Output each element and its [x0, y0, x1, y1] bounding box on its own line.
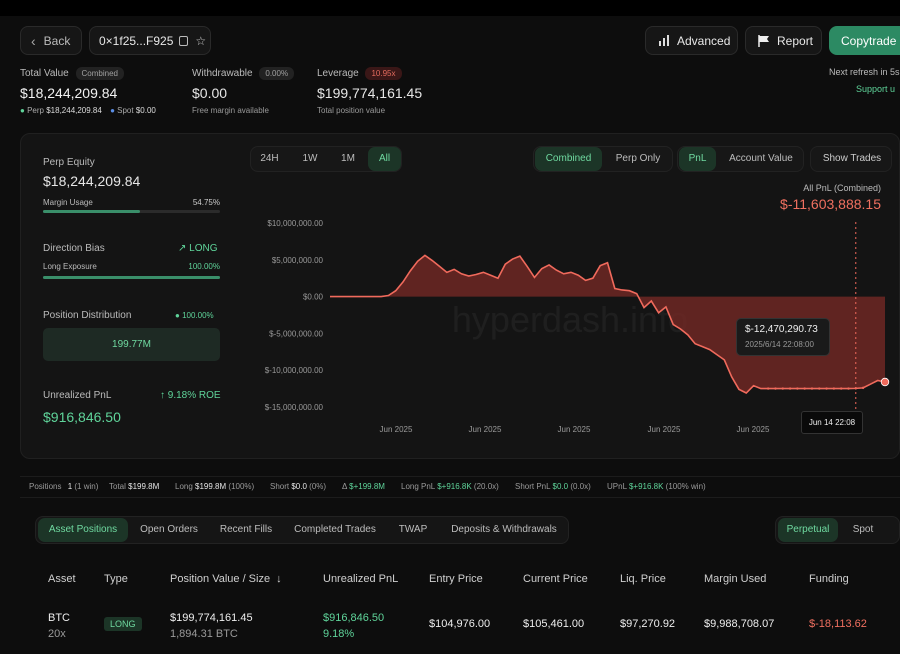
row-entry-price: $104,976.00: [429, 618, 491, 630]
tooltip-date: 2025/6/14 22:08:00: [745, 340, 814, 349]
pnl-point: [796, 387, 799, 390]
row-type-badge: LONG: [104, 617, 142, 631]
row-funding: $-18,113.62: [809, 618, 867, 630]
tab-open-orders[interactable]: Open Orders: [132, 518, 206, 542]
pnl-point: [788, 387, 792, 390]
stat-short-value: $0.0: [291, 482, 307, 491]
row-liq-price: $97,270.92: [620, 618, 676, 630]
pnl-point: [774, 387, 777, 390]
x-tick-label: Jun 2025: [469, 425, 502, 434]
pnl-point: [839, 387, 843, 390]
row-unrealized-pct: 9.18%: [323, 628, 355, 640]
stat-positions-count: 1: [67, 482, 73, 491]
y-tick-label: $-10,000,000.00: [265, 366, 324, 375]
stat-upnl-label: UPnL: [607, 482, 627, 491]
x-tick-label: Jun 2025: [737, 425, 770, 434]
pnl-point: [861, 386, 865, 390]
row-unrealized-pnl: $916,846.50: [323, 612, 385, 624]
stat-long: Long $199.8M (100%): [175, 482, 254, 491]
stat-delta: Δ $+199.8M: [342, 482, 385, 491]
stat-short: Short $0.0 (0%): [270, 482, 326, 491]
pnl-point: [781, 387, 784, 390]
stat-upnl-pct: (100% win): [665, 482, 706, 491]
tab-recent-fills[interactable]: Recent Fills: [211, 518, 281, 542]
pnl-point: [766, 387, 770, 390]
tab-deposits-withdrawals[interactable]: Deposits & Withdrawals: [443, 518, 565, 542]
stat-delta-value: $+199.8M: [349, 482, 385, 491]
last-point-marker: [880, 377, 890, 387]
stat-short-pnl-x: (0.0x): [570, 482, 591, 491]
tooltip-value: $-12,470,290.73: [745, 324, 818, 335]
pnl-point: [803, 387, 806, 390]
pnl-chart[interactable]: hyperdash.info $10,000,000.00 $5,000,000.0…: [0, 0, 900, 460]
tab-perpetual[interactable]: Perpetual: [778, 518, 838, 542]
stat-long-pnl-value: $+916.8K: [437, 482, 472, 491]
tab-completed-trades[interactable]: Completed Trades: [288, 518, 382, 542]
stat-positions-win: (1 win): [74, 482, 99, 491]
col-entry-price[interactable]: Entry Price: [429, 573, 483, 585]
col-unrealized-pnl[interactable]: Unrealized PnL: [323, 573, 398, 585]
stat-long-value: $199.8M: [195, 482, 227, 491]
col-position-value-label: Position Value / Size: [170, 573, 271, 585]
row-position-value: $199,774,161.45: [170, 612, 253, 624]
pnl-point: [810, 387, 814, 390]
col-liq-price[interactable]: Liq. Price: [620, 573, 666, 585]
col-type[interactable]: Type: [104, 573, 128, 585]
stat-long-pnl: Long PnL $+916.8K (20.0x): [401, 482, 499, 491]
stat-total-value: $199.8M: [128, 482, 160, 491]
stat-short-pnl-label: Short PnL: [515, 482, 551, 491]
col-funding[interactable]: Funding: [809, 573, 849, 585]
stat-long-pnl-x: (20.0x): [473, 482, 499, 491]
col-position-value[interactable]: Position Value / Size ↓: [170, 573, 282, 585]
row-margin-used: $9,988,708.07: [704, 618, 775, 630]
stat-short-pnl-value: $0.0: [552, 482, 569, 491]
pnl-point: [847, 387, 850, 390]
stat-short-pct: (0%): [309, 482, 327, 491]
stat-upnl-value: $+916.8K: [628, 482, 664, 491]
y-tick-label: $10,000,000.00: [267, 219, 323, 228]
row-size: 1,894.31 BTC: [170, 628, 238, 640]
stat-short-pnl: Short PnL $0.0 (0.0x): [515, 482, 591, 491]
x-tick-label: Jun 2025: [380, 425, 413, 434]
y-tick-label: $0.00: [303, 293, 324, 302]
stat-positions-label: Positions: [29, 482, 62, 491]
stat-total: Total $199.8M: [109, 482, 159, 491]
tab-spot[interactable]: Spot: [843, 518, 883, 542]
y-tick-label: $-15,000,000.00: [265, 403, 324, 412]
stat-positions: Positions 1 (1 win): [29, 482, 98, 491]
col-current-price[interactable]: Current Price: [523, 573, 588, 585]
stat-delta-label: Δ: [342, 482, 347, 491]
stat-long-label: Long: [175, 482, 193, 491]
stat-short-label: Short: [270, 482, 290, 491]
x-tick-label: Jun 2025: [648, 425, 681, 434]
chart-tooltip: $-12,470,290.73 2025/6/14 22:08:00: [736, 318, 830, 356]
x-tick-label: Jun 2025: [558, 425, 591, 434]
sort-down-icon[interactable]: ↓: [276, 573, 282, 585]
col-margin-used[interactable]: Margin Used: [704, 573, 766, 585]
stat-total-label: Total: [109, 482, 126, 491]
stat-long-pnl-label: Long PnL: [401, 482, 435, 491]
stat-upnl: UPnL $+916.8K (100% win): [607, 482, 706, 491]
col-asset[interactable]: Asset: [48, 573, 76, 585]
crosshair-x-label: Jun 14 22:08: [801, 411, 863, 434]
pnl-point: [832, 387, 836, 390]
stat-long-pct: (100%): [228, 482, 255, 491]
tab-asset-positions[interactable]: Asset Positions: [38, 518, 128, 542]
pnl-point: [818, 387, 821, 390]
y-tick-label: $-5,000,000.00: [269, 329, 323, 338]
row-leverage: 20x: [48, 628, 66, 640]
watermark-text: hyperdash.info: [452, 299, 688, 340]
pnl-point: [825, 387, 828, 390]
row-current-price: $105,461.00: [523, 618, 585, 630]
tab-twap[interactable]: TWAP: [390, 518, 436, 542]
y-tick-label: $5,000,000.00: [272, 256, 324, 265]
row-asset: BTC: [48, 612, 70, 624]
